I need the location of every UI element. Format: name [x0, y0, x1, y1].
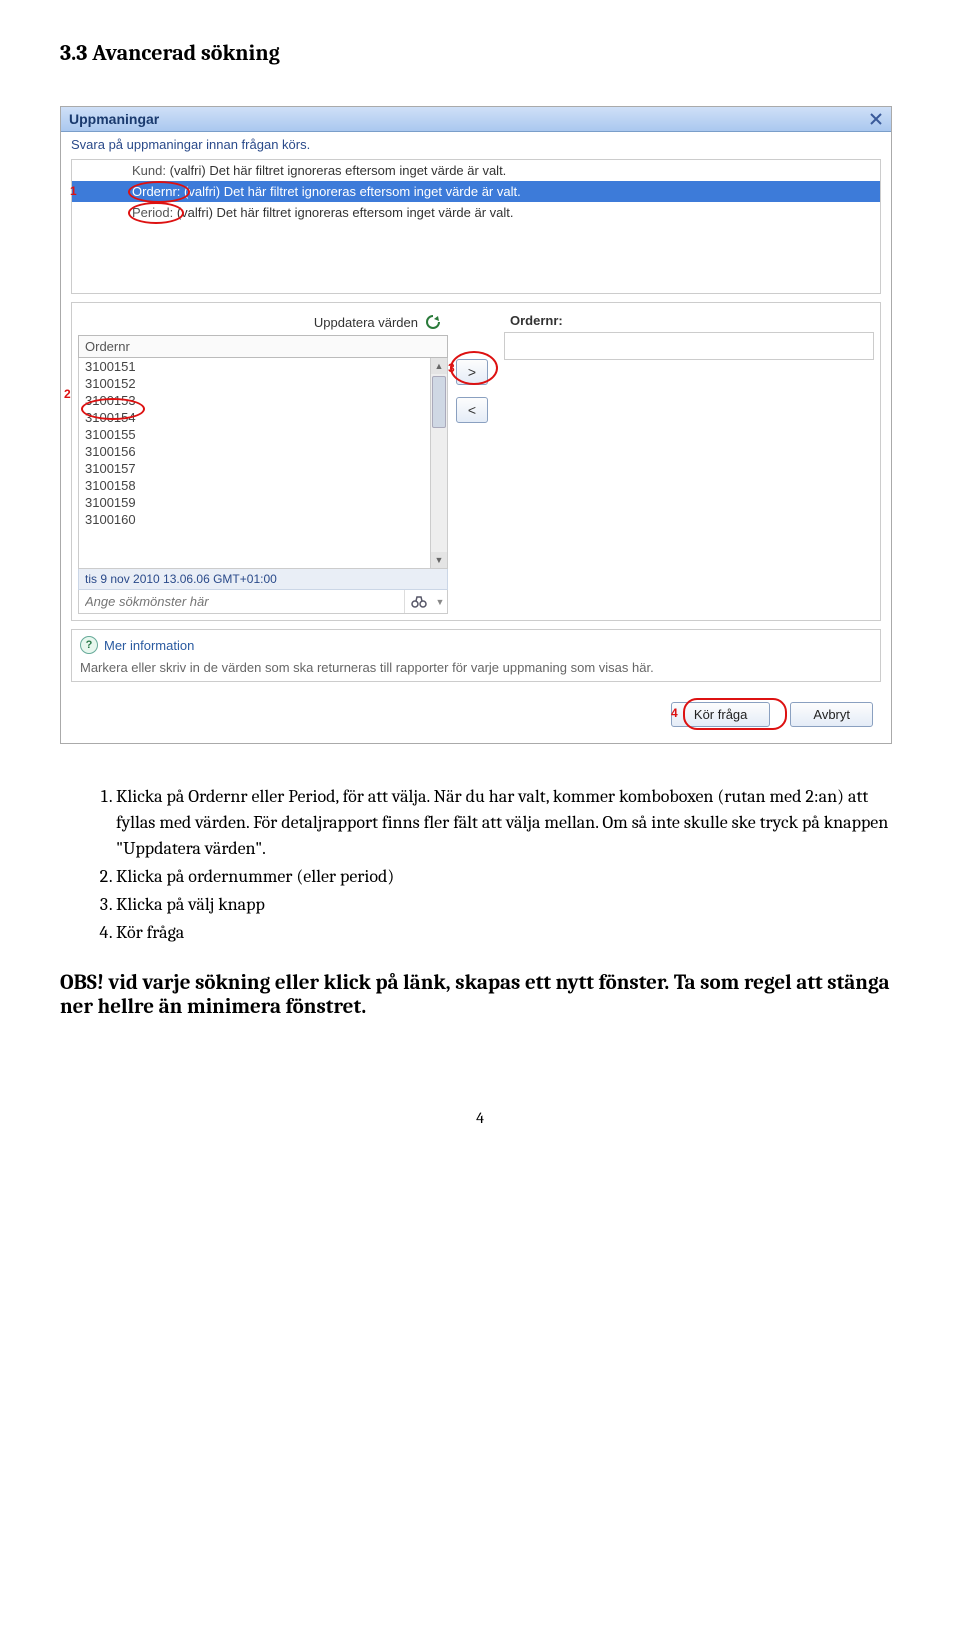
more-info-row[interactable]: ? Mer information: [80, 636, 872, 654]
prompt-dialog: Uppmaningar Svara på uppmaningar innan f…: [60, 106, 892, 744]
page-number: 4: [60, 1109, 900, 1127]
list-item[interactable]: 3100151: [79, 358, 447, 375]
cancel-button[interactable]: Avbryt: [790, 702, 873, 727]
help-icon: ?: [80, 636, 98, 654]
search-input[interactable]: [79, 590, 404, 613]
scroll-thumb[interactable]: [432, 376, 446, 428]
obs-note: OBS! vid varje sökning eller klick på lä…: [60, 971, 900, 1019]
list-item[interactable]: 3100157: [79, 460, 447, 477]
timestamp-label: tis 9 nov 2010 13.06.06 GMT+01:00: [78, 569, 448, 590]
available-list[interactable]: 3100151 3100152 3100153 3100154 3100155 …: [78, 358, 448, 569]
binoculars-icon[interactable]: [404, 590, 433, 613]
selected-column: Ordernr:: [504, 309, 874, 614]
refresh-icon[interactable]: [424, 313, 442, 331]
list-item[interactable]: 3100154: [79, 409, 447, 426]
list-item[interactable]: 3100153: [79, 392, 447, 409]
refresh-row: Uppdatera värden: [78, 309, 448, 335]
move-right-button[interactable]: >: [456, 359, 488, 385]
list-item[interactable]: 3100158: [79, 477, 447, 494]
instruction-item: Kör fråga: [116, 920, 900, 946]
refresh-label: Uppdatera värden: [314, 315, 418, 330]
dialog-subtitle: Svara på uppmaningar innan frågan körs.: [61, 132, 891, 157]
filter-row-ordernr[interactable]: Ordernr: (valfri) Det här filtret ignore…: [72, 181, 880, 202]
move-left-button[interactable]: <: [456, 397, 488, 423]
picker-panel: Uppdatera värden Ordernr 3100151 3100152…: [71, 302, 881, 621]
info-panel: ? Mer information Markera eller skriv in…: [71, 629, 881, 682]
annotation-number-3: 3: [448, 361, 455, 375]
list-item[interactable]: 3100156: [79, 443, 447, 460]
instruction-item: Klicka på välj knapp: [116, 892, 900, 918]
dialog-title: Uppmaningar: [69, 111, 159, 127]
list-item[interactable]: 3100160: [79, 511, 447, 528]
list-item[interactable]: 3100159: [79, 494, 447, 511]
list-item[interactable]: 3100155: [79, 426, 447, 443]
scroll-down-icon[interactable]: ▼: [431, 552, 447, 568]
selected-list[interactable]: [504, 332, 874, 360]
scroll-up-icon[interactable]: ▲: [431, 358, 447, 374]
instruction-block: Klicka på Ordernr eller Period, för att …: [90, 784, 900, 947]
filter-empty-space: [72, 223, 880, 293]
more-info-label: Mer information: [104, 638, 194, 653]
list-item[interactable]: 3100152: [79, 375, 447, 392]
scrollbar[interactable]: ▲ ▼: [430, 358, 447, 568]
filter-row-period[interactable]: Period: (valfri) Det här filtret ignorer…: [72, 202, 880, 223]
selected-header: Ordernr:: [504, 309, 874, 332]
info-text: Markera eller skriv in de värden som ska…: [80, 660, 872, 675]
available-column: Uppdatera värden Ordernr 3100151 3100152…: [78, 309, 448, 614]
section-heading: 3.3 Avancerad sökning: [60, 40, 900, 66]
annotation-number-2: 2: [64, 387, 71, 401]
dialog-button-bar: 4 Kör fråga Avbryt: [61, 688, 891, 743]
instruction-item: Klicka på ordernummer (eller period): [116, 864, 900, 890]
run-query-button[interactable]: Kör fråga: [671, 702, 770, 727]
close-icon[interactable]: [869, 112, 883, 126]
move-buttons-column: 3 > <: [456, 309, 496, 614]
filter-list: Kund: (valfri) Det här filtret ignoreras…: [71, 159, 881, 294]
instruction-item: Klicka på Ordernr eller Period, för att …: [116, 784, 900, 862]
filter-row-kund[interactable]: Kund: (valfri) Det här filtret ignoreras…: [72, 160, 880, 181]
dropdown-arrow-icon[interactable]: ▼: [433, 590, 447, 613]
search-row: ▼: [78, 590, 448, 614]
dialog-titlebar: Uppmaningar: [61, 107, 891, 132]
list-header: Ordernr: [78, 335, 448, 358]
